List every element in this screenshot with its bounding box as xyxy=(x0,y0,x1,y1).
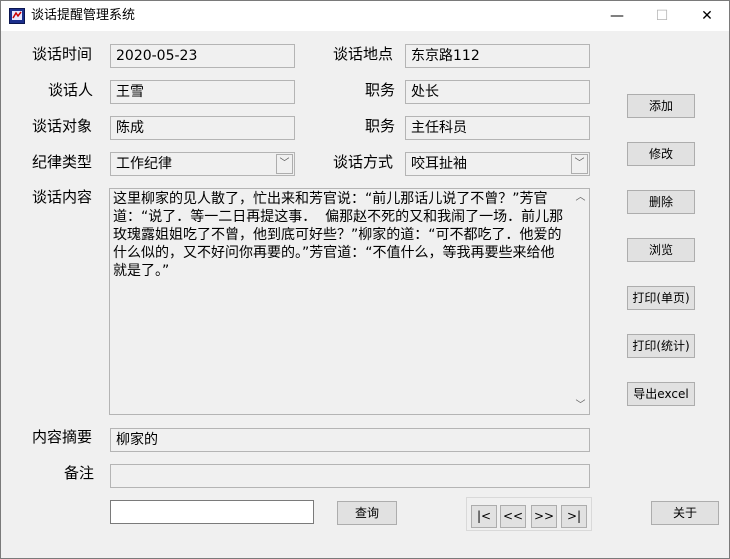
talker-label: 谈话人 xyxy=(48,81,94,99)
add-button[interactable]: 添加 xyxy=(627,94,695,118)
content-scrollbar[interactable]: ︿ ﹀ xyxy=(572,189,589,414)
talk-method-label: 谈话方式 xyxy=(333,153,394,171)
maximize-icon[interactable]: ☐ xyxy=(639,1,685,31)
chevron-down-icon[interactable]: ﹀ xyxy=(571,154,588,174)
position-field-1[interactable]: 处长 xyxy=(405,80,590,104)
delete-button[interactable]: 删除 xyxy=(627,190,695,214)
scroll-down-icon[interactable]: ﹀ xyxy=(572,397,589,414)
close-icon[interactable]: ✕ xyxy=(684,1,730,31)
export-excel-button[interactable]: 导出excel xyxy=(627,382,695,406)
query-button[interactable]: 查询 xyxy=(337,501,397,525)
talk-place-label: 谈话地点 xyxy=(333,45,394,63)
position-field-2[interactable]: 主任科员 xyxy=(405,116,590,140)
talk-method-value: 咬耳扯袖 xyxy=(411,156,467,172)
edit-button[interactable]: 修改 xyxy=(627,142,695,166)
remark-label: 备注 xyxy=(64,464,95,482)
scroll-up-icon[interactable]: ︿ xyxy=(572,189,589,206)
prev-record-button[interactable]: << xyxy=(500,505,526,528)
last-record-button[interactable]: >| xyxy=(561,505,587,528)
about-button[interactable]: 关于 xyxy=(651,501,719,525)
content-label: 谈话内容 xyxy=(32,188,93,206)
content-text: 这里柳家的见人散了，忙出来和芳官说：“前儿那话儿说了不曾？”芳官道：“说了．等一… xyxy=(113,191,564,279)
next-record-button[interactable]: >> xyxy=(531,505,557,528)
talk-time-field[interactable]: 2020-05-23 xyxy=(110,44,295,68)
chevron-down-icon[interactable]: ﹀ xyxy=(276,154,293,174)
content-textarea[interactable]: 这里柳家的见人散了，忙出来和芳官说：“前儿那话儿说了不曾？”芳官道：“说了．等一… xyxy=(109,188,590,415)
window-title: 谈话提醒管理系统 xyxy=(31,8,136,23)
print-stats-button[interactable]: 打印(统计) xyxy=(627,334,695,358)
title-bar: 谈话提醒管理系统 — ☐ ✕ xyxy=(1,1,729,31)
summary-label: 内容摘要 xyxy=(32,428,93,446)
target-field[interactable]: 陈成 xyxy=(110,116,295,140)
remark-field[interactable] xyxy=(110,464,590,488)
discipline-type-select[interactable]: 工作纪律 ﹀ xyxy=(110,152,295,176)
search-input[interactable] xyxy=(110,500,314,524)
summary-field[interactable]: 柳家的 xyxy=(110,428,590,452)
talk-time-label: 谈话时间 xyxy=(32,45,93,63)
browse-button[interactable]: 浏览 xyxy=(627,238,695,262)
talk-place-field[interactable]: 东京路112 xyxy=(405,44,590,68)
target-label: 谈话对象 xyxy=(32,117,93,135)
main-window: 谈话提醒管理系统 — ☐ ✕ 谈话时间 2020-05-23 谈话地点 东京路1… xyxy=(0,0,730,559)
minimize-icon[interactable]: — xyxy=(594,1,640,31)
talker-field[interactable]: 王雪 xyxy=(110,80,295,104)
talk-method-select[interactable]: 咬耳扯袖 ﹀ xyxy=(405,152,590,176)
position-label-2: 职务 xyxy=(365,117,396,135)
discipline-type-value: 工作纪律 xyxy=(116,156,172,172)
app-icon xyxy=(9,8,25,24)
first-record-button[interactable]: |< xyxy=(471,505,497,528)
print-single-button[interactable]: 打印(单页) xyxy=(627,286,695,310)
position-label-1: 职务 xyxy=(365,81,396,99)
discipline-type-label: 纪律类型 xyxy=(32,153,93,171)
